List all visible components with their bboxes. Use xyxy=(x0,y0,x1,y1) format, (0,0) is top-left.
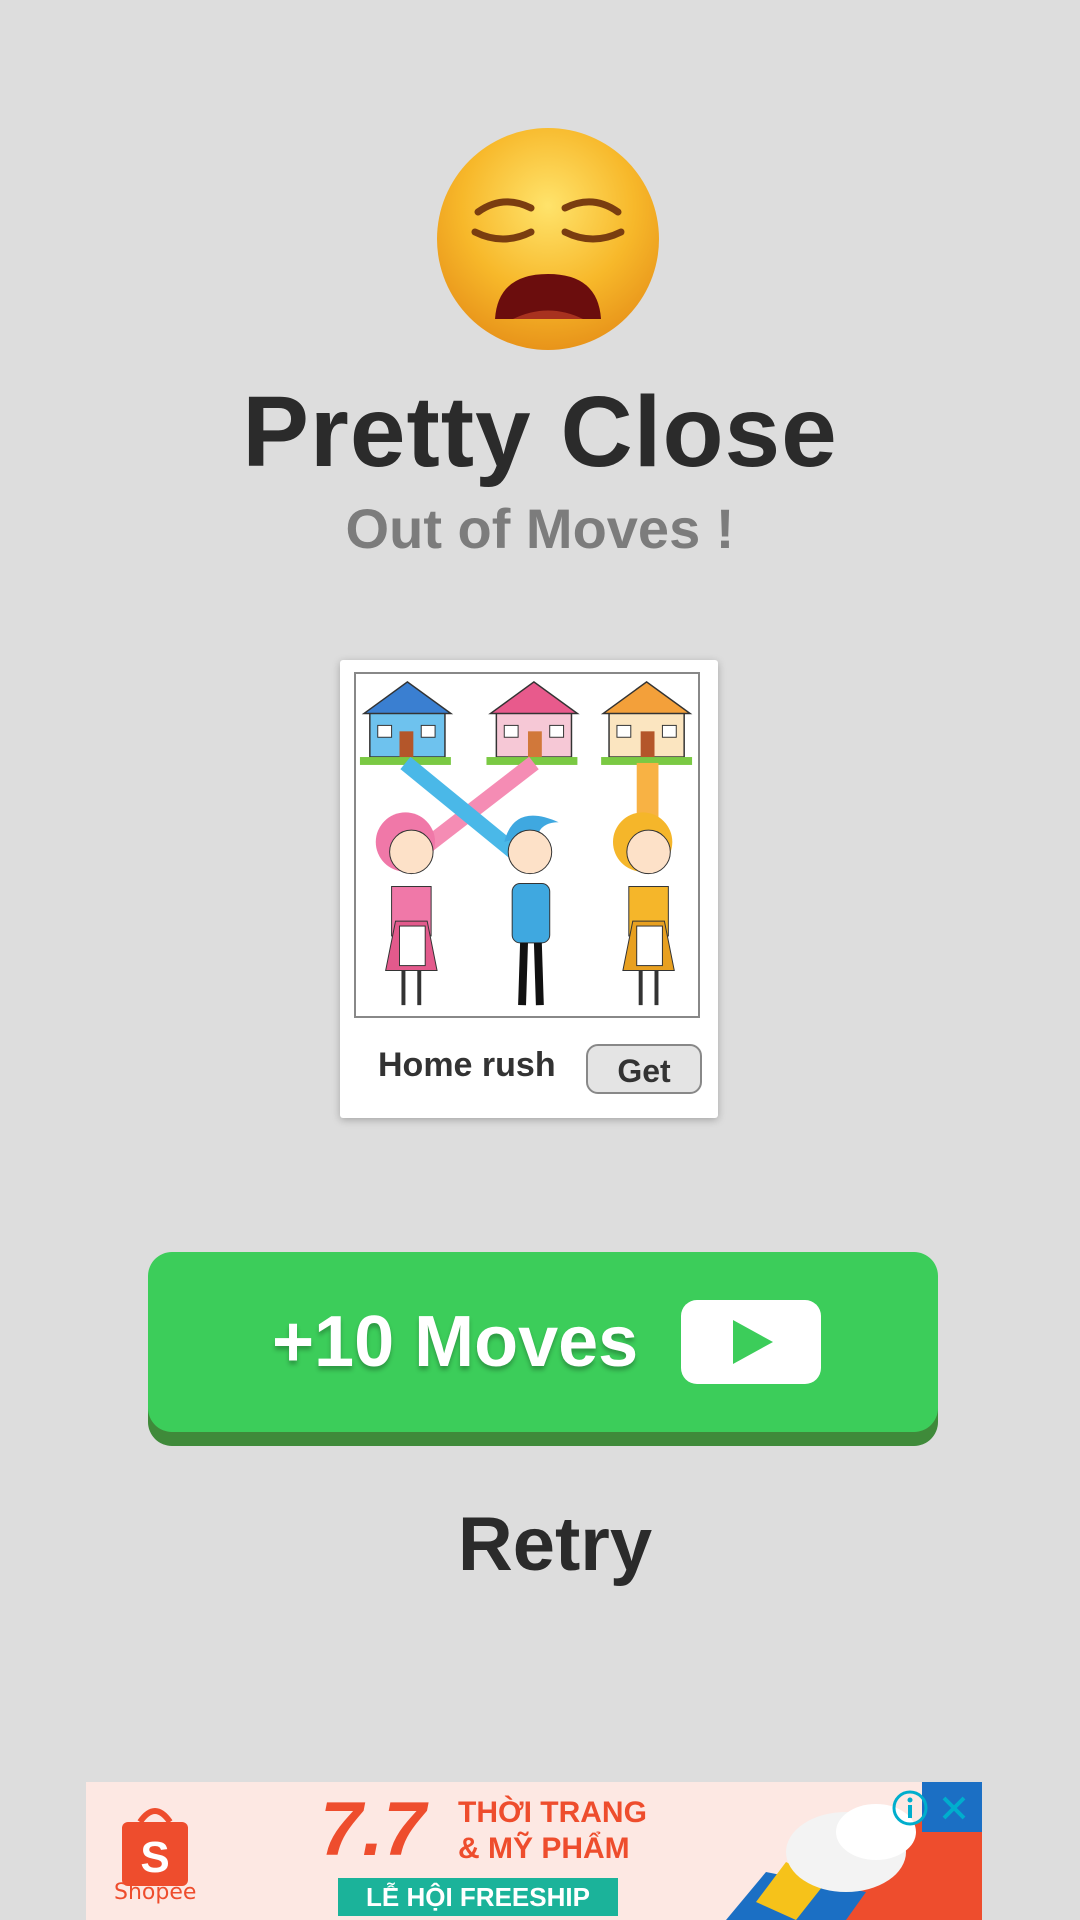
play-video-icon xyxy=(681,1300,821,1384)
blue-character-icon xyxy=(504,815,559,1006)
add-moves-button[interactable]: +10 Moves xyxy=(148,1252,938,1432)
orange-character-icon xyxy=(612,812,675,1006)
weary-face-icon xyxy=(437,128,659,350)
banner-ad[interactable]: S Shopee 7.7 THỜI TRANG & MỸ PHẨM LỄ HỘI… xyxy=(86,1782,982,1920)
promo-line1: THỜI TRANG xyxy=(458,1796,647,1829)
add-moves-label: +10 Moves xyxy=(272,1302,639,1382)
close-icon[interactable] xyxy=(934,1788,974,1828)
blue-house-icon xyxy=(359,680,454,765)
ad-info-icon[interactable] xyxy=(890,1788,930,1828)
home-rush-artwork[interactable] xyxy=(354,672,700,1018)
ad-get-button[interactable]: Get xyxy=(586,1044,702,1094)
pink-house-icon xyxy=(486,680,580,765)
retry-button[interactable]: Retry xyxy=(0,1500,1080,1590)
pink-character-icon xyxy=(375,812,438,1006)
promo-freeship-bar: LỄ HỘI FREESHIP xyxy=(338,1878,618,1916)
promo-ad-card[interactable]: Home rush Get xyxy=(340,660,718,1118)
game-over-screen: Pretty Close Out of Moves ! Home rush Ge… xyxy=(0,0,1080,1920)
result-title: Pretty Close xyxy=(242,376,838,488)
shopee-brand: Shopee xyxy=(114,1880,197,1905)
svg-text:S: S xyxy=(140,1833,169,1882)
orange-house-icon xyxy=(600,680,693,765)
ad-app-name: Home rush xyxy=(378,1046,556,1084)
promo-number: 7.7 xyxy=(320,1787,426,1872)
promo-line2: & MỸ PHẨM xyxy=(458,1832,630,1865)
result-subtitle: Out of Moves ! xyxy=(345,497,735,560)
